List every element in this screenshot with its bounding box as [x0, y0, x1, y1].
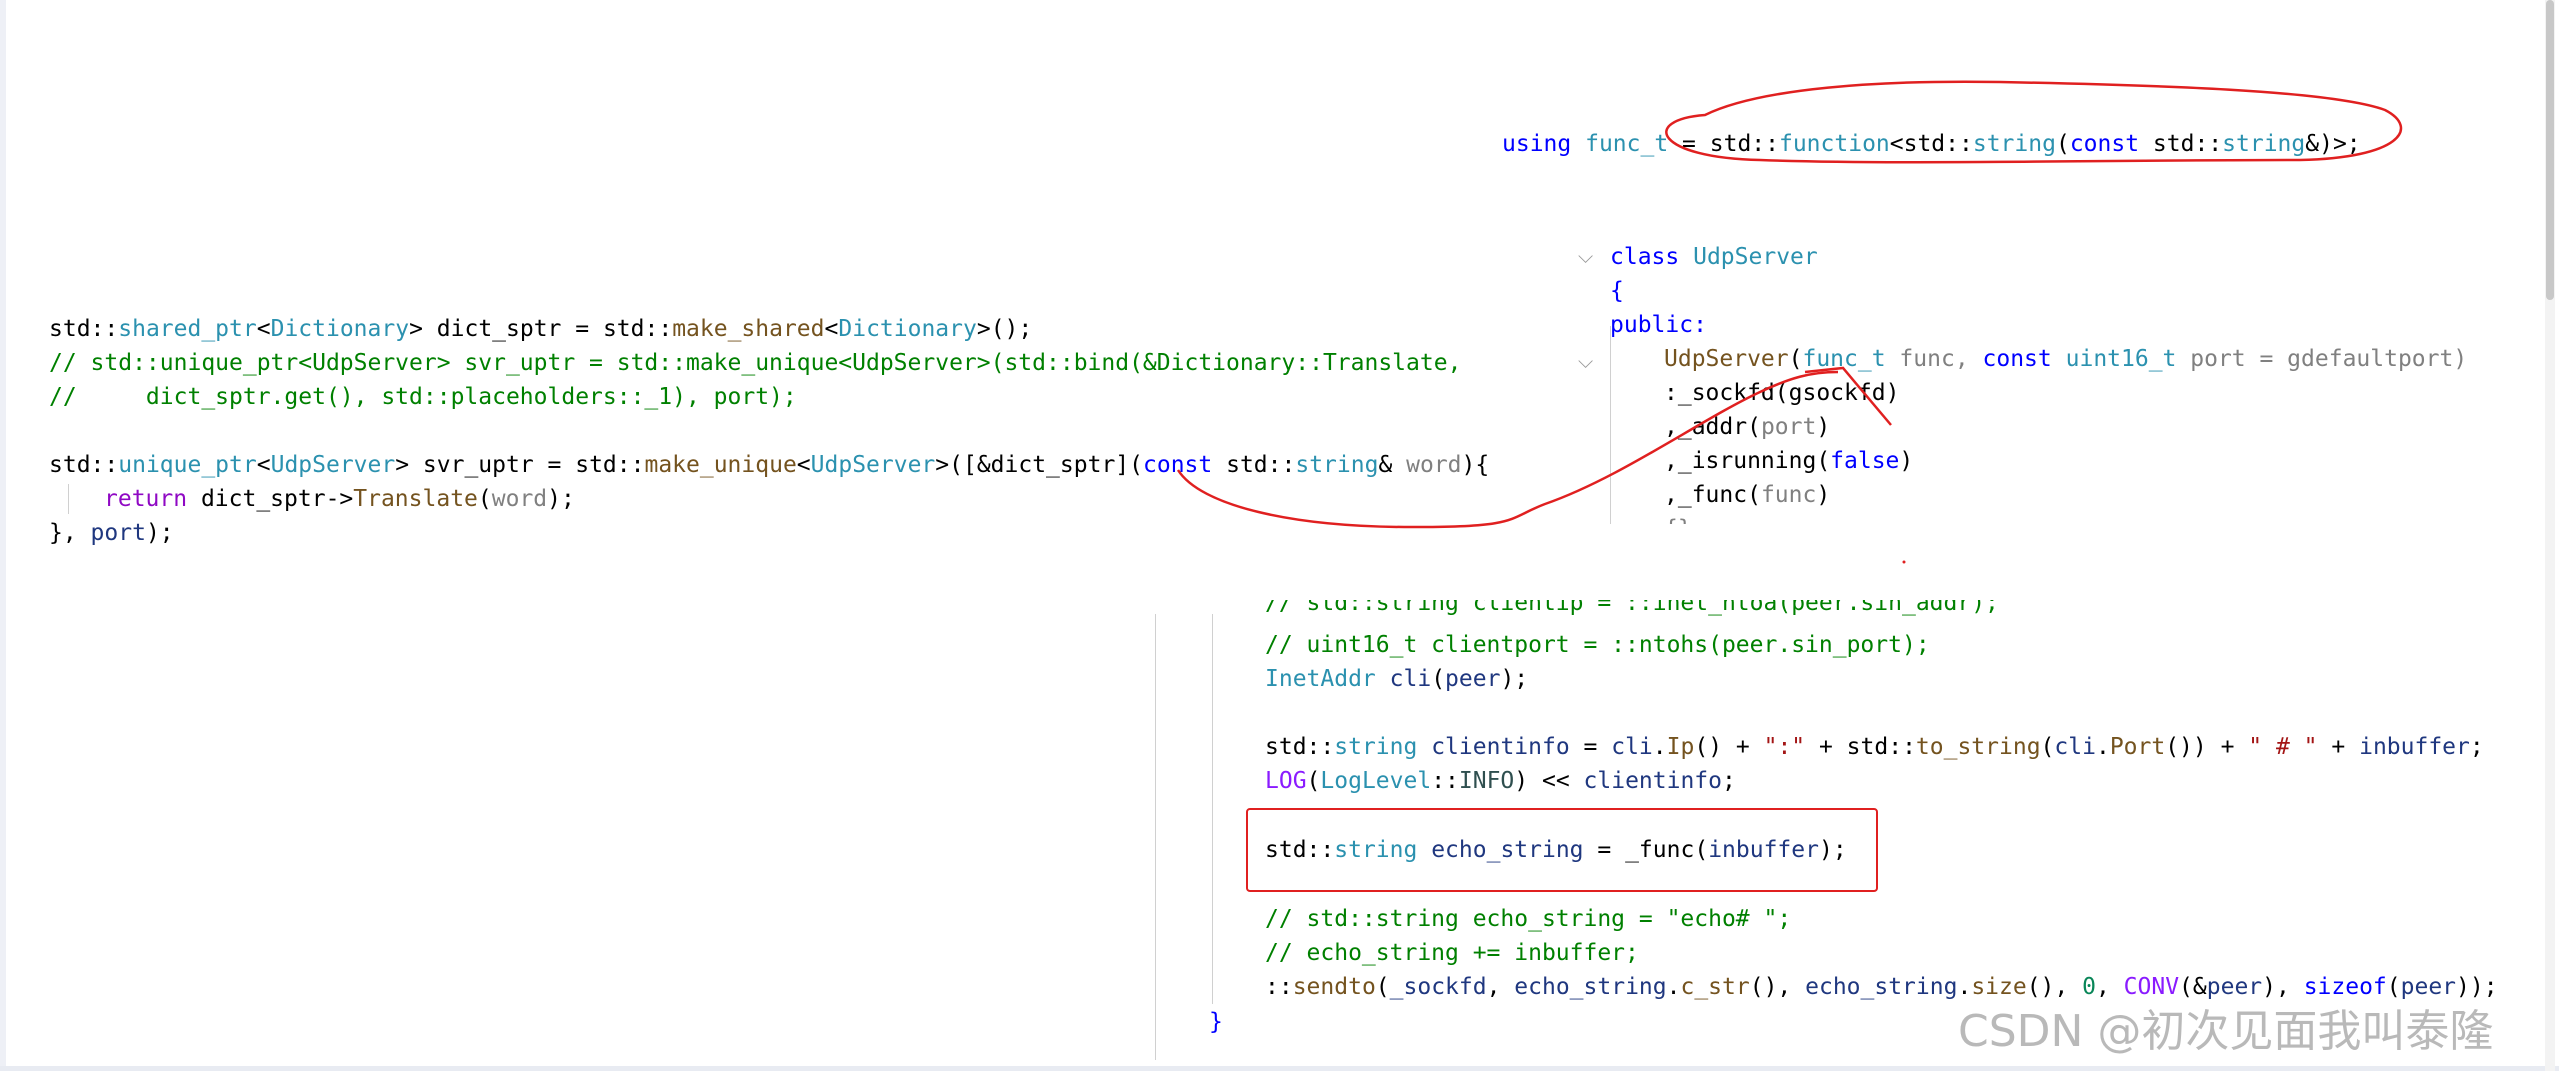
using-func-t-line: using func_t = std::function<std::string…	[1502, 131, 2361, 157]
clipped-line: // std::string clientip = ::inet_ntoa(pe…	[1265, 600, 2165, 622]
unique-ptr-lambda-line: std::unique_ptr<UdpServer> svr_uptr = st…	[49, 452, 1490, 478]
fold-chevron-icon[interactable]: ⌵	[1578, 349, 1593, 373]
inetaddr-line: InetAddr cli(peer);	[1265, 666, 1529, 692]
shared-ptr-line: std::shared_ptr<Dictionary> dict_sptr = …	[49, 316, 1033, 342]
indent-guide	[1212, 614, 1213, 1004]
comment-line: // std::unique_ptr<UdpServer> svr_uptr =…	[49, 350, 1462, 376]
clientinfo-line: std::string clientinfo = cli.Ip() + ":" …	[1265, 734, 2484, 760]
clipped-line: {}	[1664, 512, 1784, 524]
lambda-close-line: }, port);	[49, 520, 174, 546]
comment-line: // std::string clientip = ::inet_ntoa(pe…	[1265, 600, 1999, 616]
scrollbar-thumb[interactable]	[2546, 0, 2554, 300]
stray-dot-annotation	[1902, 560, 1906, 564]
class-decl-line: class UdpServer	[1610, 244, 1818, 270]
ctor-body: {}	[1664, 512, 1692, 524]
log-line: LOG(LogLevel::INFO) << clientinfo;	[1265, 768, 1736, 794]
constructor-signature: UdpServer(func_t func, const uint16_t po…	[1664, 346, 2468, 372]
comment-line: // uint16_t clientport = ::ntohs(peer.si…	[1265, 632, 1930, 658]
editor-bottom-edge	[0, 1066, 2559, 1071]
csdn-watermark: CSDN @初次见面我叫泰隆	[1958, 1006, 2494, 1057]
public-label: public:	[1610, 312, 1707, 338]
indent-guide	[1610, 326, 1611, 524]
init-sockfd: :_sockfd(gsockfd)	[1664, 380, 1900, 406]
comment-line: // dict_sptr.get(), std::placeholders::_…	[49, 384, 797, 410]
init-isrunning: ,_isrunning(false)	[1664, 448, 1914, 474]
close-brace: }	[1209, 1009, 1223, 1035]
comment-line: // std::string echo_string = "echo# ";	[1265, 906, 1792, 932]
class-open-brace: {	[1610, 278, 1624, 304]
fold-chevron-icon[interactable]: ⌵	[1578, 244, 1593, 268]
init-func: ,_func(func)	[1664, 482, 1831, 508]
indent-guide	[68, 484, 69, 514]
editor-left-margin	[0, 0, 6, 1071]
init-addr: ,_addr(port)	[1664, 414, 1831, 440]
comment-line: // echo_string += inbuffer;	[1265, 940, 1639, 966]
return-translate-line: return dict_sptr->Translate(word);	[104, 486, 575, 512]
indent-guide	[1155, 614, 1156, 1060]
highlight-box-annotation	[1246, 808, 1878, 892]
